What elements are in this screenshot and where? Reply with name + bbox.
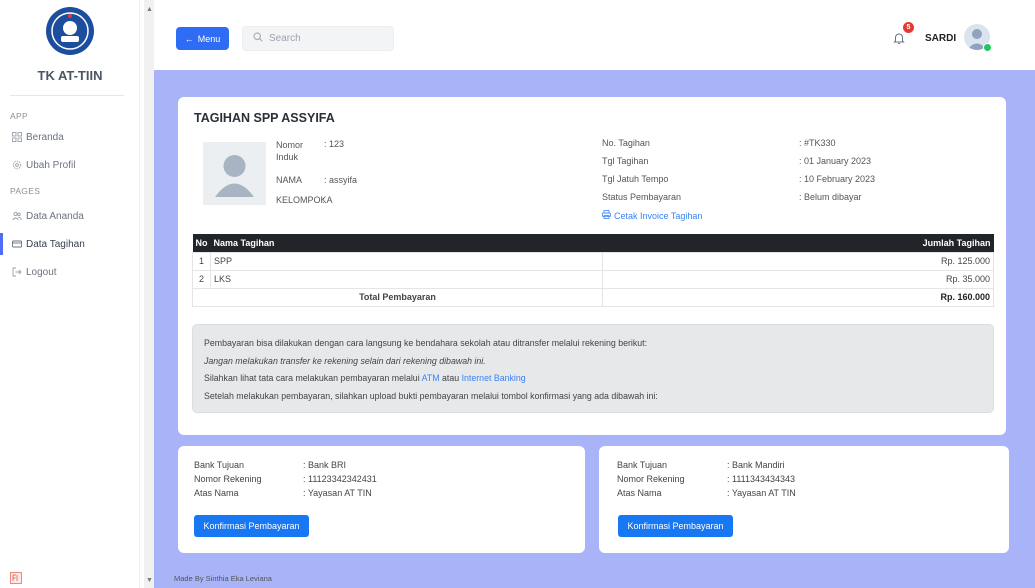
search-input[interactable]: Search xyxy=(242,26,394,51)
nomor-rekening-label: Nomor Rekening xyxy=(194,474,262,484)
total-value: Rp. 160.000 xyxy=(602,287,994,307)
sidebar-item-beranda[interactable]: Beranda xyxy=(0,126,139,148)
note-line: Silahkan lihat tata cara melakukan pemba… xyxy=(204,370,982,388)
print-invoice-link[interactable]: Cetak Invoice Tagihan xyxy=(602,210,702,221)
arrow-left-icon: ← xyxy=(184,33,194,44)
invoice-card: TAGIHAN SPP ASSYIFA Nomor Induk : 123 NA… xyxy=(178,97,1006,435)
sidebar-item-label: Ubah Profil xyxy=(26,159,76,171)
nomor-rekening-value: : 1111343434343 xyxy=(727,474,796,484)
print-invoice-label: Cetak Invoice Tagihan xyxy=(614,210,703,221)
row-no: 1 xyxy=(192,251,211,271)
nomor-induk-label: Nomor Induk xyxy=(276,140,304,162)
status-value: : Belum dibayar xyxy=(799,192,862,202)
tgl-jatuh-tempo-value: : 10 February 2023 xyxy=(799,174,876,184)
col-no: No xyxy=(192,234,211,252)
row-no: 2 xyxy=(192,269,211,289)
row-jumlah: Rp. 125.000 xyxy=(602,251,994,271)
sidebar-item-label: Beranda xyxy=(26,131,64,143)
kelompok-value: : A xyxy=(322,195,333,205)
bell-icon[interactable] xyxy=(892,31,906,45)
sidebar-item-label: Data Ananda xyxy=(26,210,84,222)
konfirmasi-pembayaran-button[interactable]: Konfirmasi Pembayaran xyxy=(618,515,733,537)
note-line: Pembayaran bisa dilakukan dengan cara la… xyxy=(204,338,648,348)
scroll-up-icon[interactable]: ▲ xyxy=(146,6,153,13)
note-text: atau xyxy=(442,373,460,383)
note-line: Setelah melakukan pembayaran, silahkan u… xyxy=(204,390,658,401)
sidebar-item-label: Logout xyxy=(26,266,57,278)
internet-banking-link[interactable]: Internet Banking xyxy=(462,373,526,383)
bank-tujuan-label: Bank Tujuan xyxy=(617,460,668,470)
sidebar-item-data-ananda[interactable]: Data Ananda xyxy=(0,205,139,227)
bank-card-bri: Bank Tujuan : Bank BRI Nomor Rekening : … xyxy=(178,446,585,553)
konfirmasi-pembayaran-button[interactable]: Konfirmasi Pembayaran xyxy=(194,515,309,537)
section-heading-pages: PAGES xyxy=(10,186,41,196)
divider xyxy=(10,95,124,96)
bank-tujuan-label: Bank Tujuan xyxy=(194,460,245,470)
online-status-dot xyxy=(983,43,992,52)
username[interactable]: SARDI xyxy=(925,33,956,44)
users-icon xyxy=(11,211,22,222)
col-jumlah: Jumlah Tagihan xyxy=(602,234,994,252)
footer-credit: Made By Sinthia Eka Leviana xyxy=(174,574,272,583)
main-content: TAGIHAN SPP ASSYIFA Nomor Induk : 123 NA… xyxy=(154,70,1035,588)
table-total-row: Total Pembayaran Rp. 160.000 xyxy=(192,287,994,307)
table-row: 1 SPP Rp. 125.000 xyxy=(192,251,994,271)
tgl-jatuh-tempo-label: Tgl Jatuh Tempo xyxy=(602,174,669,184)
logout-icon xyxy=(11,267,22,278)
atas-nama-value: : Yayasan AT TIN xyxy=(727,488,796,498)
school-logo xyxy=(45,6,95,56)
brand-name: TK AT-TIIN xyxy=(37,68,103,83)
tgl-tagihan-label: Tgl Tagihan xyxy=(602,156,649,166)
atas-nama-label: Atas Nama xyxy=(617,488,662,498)
sidebar-item-label: Data Tagihan xyxy=(26,238,85,250)
menu-button[interactable]: ← Menu xyxy=(176,27,229,50)
status-label: Status Pembayaran xyxy=(602,192,682,202)
nomor-rekening-value: : 11123342342431 xyxy=(303,474,377,484)
menu-button-label: Menu xyxy=(197,33,221,44)
atm-link[interactable]: ATM xyxy=(422,373,440,383)
bank-card-mandiri: Bank Tujuan : Bank Mandiri Nomor Rekenin… xyxy=(599,446,1009,553)
kelompok-label: KELOMPOK xyxy=(276,195,327,205)
nomor-induk-value: : 123 xyxy=(324,139,345,149)
search-placeholder: Search xyxy=(269,33,301,44)
bank-tujuan-value: : Bank Mandiri xyxy=(727,460,785,470)
sidebar: TK AT-TIIN APP Beranda Ubah Profil PAGES… xyxy=(0,0,140,588)
bill-table: No Nama Tagihan Jumlah Tagihan 1 SPP Rp.… xyxy=(192,234,994,307)
atas-nama-value: : Yayasan AT TIN xyxy=(303,488,372,498)
page-title: TAGIHAN SPP ASSYIFA xyxy=(194,111,335,125)
total-label: Total Pembayaran xyxy=(192,287,603,307)
note-text: Silahkan lihat tata cara melakukan pemba… xyxy=(204,373,420,383)
nama-label: NAMA xyxy=(276,175,303,185)
student-photo xyxy=(203,142,266,205)
topbar: ← Menu Search 5 SARDI xyxy=(154,0,1035,70)
printer-icon xyxy=(602,210,611,221)
app-icon xyxy=(10,571,22,584)
row-nama: SPP xyxy=(210,251,603,271)
atas-nama-label: Atas Nama xyxy=(194,488,239,498)
tgl-tagihan-value: : 01 January 2023 xyxy=(799,156,872,166)
sidebar-item-data-tagihan[interactable]: Data Tagihan xyxy=(0,233,139,255)
no-tagihan-value: : #TK330 xyxy=(799,138,836,148)
note-warning: Jangan melakukan transfer ke rekening se… xyxy=(204,355,486,366)
search-icon xyxy=(253,32,263,45)
col-nama: Nama Tagihan xyxy=(210,234,603,252)
nama-value: : assyifa xyxy=(324,175,358,185)
sidebar-scrollbar[interactable]: ▲ ▼ xyxy=(144,0,154,588)
payment-note: Pembayaran bisa dilakukan dengan cara la… xyxy=(192,324,994,413)
table-header-row: No Nama Tagihan Jumlah Tagihan xyxy=(192,234,994,252)
sidebar-item-logout[interactable]: Logout xyxy=(0,261,139,283)
card-icon xyxy=(11,239,22,250)
grid-icon xyxy=(11,132,22,143)
table-row: 2 LKS Rp. 35.000 xyxy=(192,269,994,289)
sidebar-item-ubah-profil[interactable]: Ubah Profil xyxy=(0,154,139,176)
row-jumlah: Rp. 35.000 xyxy=(602,269,994,289)
no-tagihan-label: No. Tagihan xyxy=(602,138,650,148)
row-nama: LKS xyxy=(210,269,603,289)
section-heading-app: APP xyxy=(10,111,28,121)
notification-badge: 5 xyxy=(903,22,914,33)
scroll-down-icon[interactable]: ▼ xyxy=(146,577,153,584)
nomor-rekening-label: Nomor Rekening xyxy=(617,474,685,484)
gear-icon xyxy=(11,160,22,171)
bank-tujuan-value: : Bank BRI xyxy=(303,460,347,470)
